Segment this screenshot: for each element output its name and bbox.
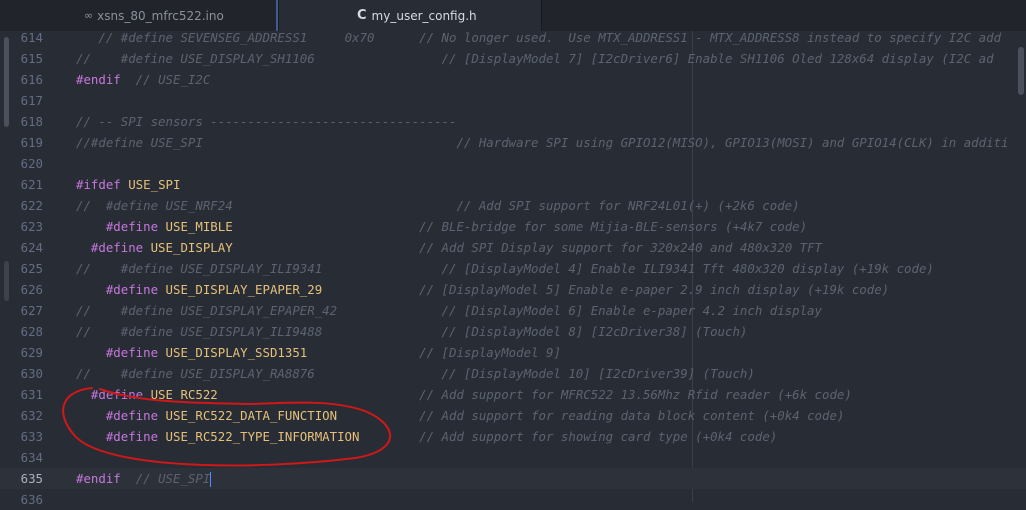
red-circle-annotation (62, 387, 392, 467)
arduino-infinity-icon: ∞ (84, 9, 94, 22)
tab-label: xsns_80_mfrc522.ino (97, 8, 224, 23)
code-editor[interactable]: 614 // #define SEVENSEG_ADDRESS1 0x70 //… (0, 30, 1026, 507)
tab-label: my_user_config.h (371, 8, 477, 23)
c-language-icon: C (357, 8, 367, 23)
